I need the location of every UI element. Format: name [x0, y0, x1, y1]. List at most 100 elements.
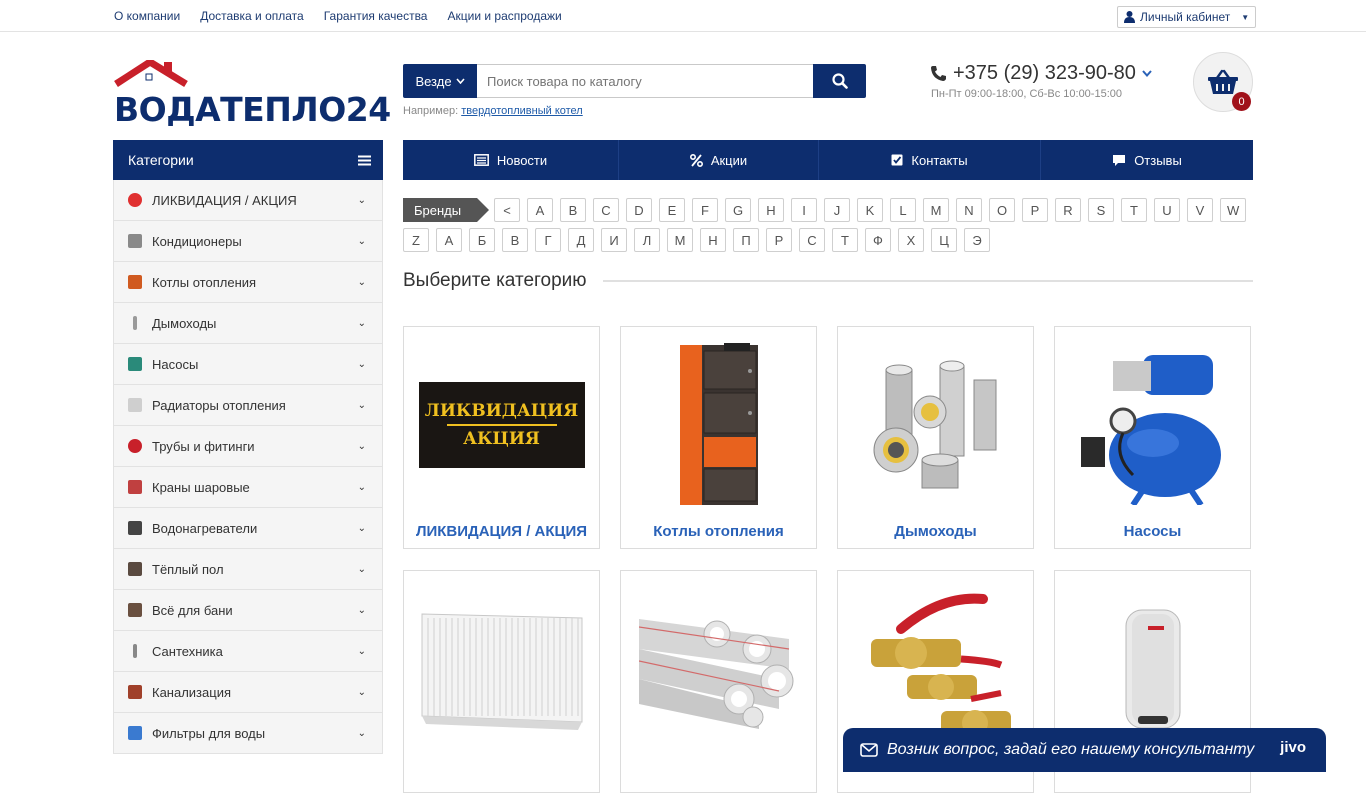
brand-letter-button[interactable]: T	[1121, 198, 1147, 222]
brand-letter-button[interactable]: S	[1088, 198, 1114, 222]
brand-letter-button[interactable]: C	[593, 198, 619, 222]
brand-letter-button[interactable]: П	[733, 228, 759, 252]
brand-letter-button[interactable]: G	[725, 198, 751, 222]
chevron-down-icon[interactable]: ⌄	[358, 236, 366, 247]
brand-letter-button[interactable]: М	[667, 228, 693, 252]
brand-letter-button[interactable]: Э	[964, 228, 990, 252]
sidebar-item[interactable]: Насосы ⌄	[113, 344, 383, 385]
link-delivery[interactable]: Доставка и оплата	[200, 9, 304, 23]
account-dropdown[interactable]: Личный кабинет ▼	[1117, 6, 1256, 28]
chevron-down-icon[interactable]: ⌄	[358, 564, 366, 575]
site-logo[interactable]: ВОДАТЕПЛО24	[114, 60, 391, 129]
brand-letter-button[interactable]: H	[758, 198, 784, 222]
tab-news[interactable]: Новости	[403, 140, 619, 180]
sidebar-item[interactable]: Водонагреватели ⌄	[113, 508, 383, 549]
tab-reviews[interactable]: Отзывы	[1041, 140, 1253, 180]
chevron-down-icon[interactable]: ⌄	[358, 359, 366, 370]
sidebar-header[interactable]: Категории	[113, 140, 383, 180]
brand-letter-button[interactable]: E	[659, 198, 685, 222]
search-scope-dropdown[interactable]: Везде	[403, 64, 477, 98]
sidebar-item[interactable]: Фильтры для воды ⌄	[113, 713, 383, 754]
chevron-down-icon[interactable]	[1142, 70, 1152, 77]
brand-letter-button[interactable]: D	[626, 198, 652, 222]
brand-letter-button[interactable]: В	[502, 228, 528, 252]
tab-sales[interactable]: Акции	[619, 140, 819, 180]
brand-letter-button[interactable]: O	[989, 198, 1015, 222]
sidebar-item[interactable]: Краны шаровые ⌄	[113, 467, 383, 508]
brand-letter-button[interactable]: Т	[832, 228, 858, 252]
card-title[interactable]: ЛИКВИДАЦИЯ / АКЦИЯ	[404, 523, 599, 540]
brand-letter-button[interactable]: R	[1055, 198, 1081, 222]
brand-letter-button[interactable]: Р	[766, 228, 792, 252]
brand-letter-button[interactable]: Х	[898, 228, 924, 252]
brand-letter-button[interactable]: Л	[634, 228, 660, 252]
chevron-down-icon[interactable]: ⌄	[358, 687, 366, 698]
search-button[interactable]	[813, 64, 866, 98]
category-card-boilers[interactable]: Котлы отопления	[620, 326, 817, 549]
sidebar-item[interactable]: Тёплый пол ⌄	[113, 549, 383, 590]
chevron-down-icon[interactable]: ⌄	[358, 482, 366, 493]
link-sales[interactable]: Акции и распродажи	[447, 9, 561, 23]
chevron-down-icon[interactable]: ⌄	[358, 195, 366, 206]
brand-letter-button[interactable]: B	[560, 198, 586, 222]
brand-letter-button[interactable]: F	[692, 198, 718, 222]
brand-letter-button[interactable]: L	[890, 198, 916, 222]
brand-letter-button[interactable]: Г	[535, 228, 561, 252]
category-card-pumps[interactable]: Насосы	[1054, 326, 1251, 549]
sidebar-item[interactable]: Трубы и фитинги ⌄	[113, 426, 383, 467]
search-input[interactable]	[477, 64, 813, 98]
chevron-down-icon[interactable]: ⌄	[358, 605, 366, 616]
sidebar-item[interactable]: ЛИКВИДАЦИЯ / АКЦИЯ ⌄	[113, 180, 383, 221]
chevron-down-icon[interactable]: ⌄	[358, 400, 366, 411]
sidebar-item[interactable]: Котлы отопления ⌄	[113, 262, 383, 303]
phone-number[interactable]: +375 (29) 323-90-80	[953, 62, 1136, 85]
sidebar-item[interactable]: Кондиционеры ⌄	[113, 221, 383, 262]
logo-text: ВОДАТЕПЛО24	[114, 90, 391, 129]
brand-letter-button[interactable]: M	[923, 198, 949, 222]
link-guarantee[interactable]: Гарантия качества	[324, 9, 428, 23]
brand-letter-button[interactable]: K	[857, 198, 883, 222]
brand-letter-button[interactable]: <	[494, 198, 520, 222]
sidebar-item[interactable]: Канализация ⌄	[113, 672, 383, 713]
sidebar-item[interactable]: Всё для бани ⌄	[113, 590, 383, 631]
brand-letter-button[interactable]: Н	[700, 228, 726, 252]
brand-letter-button[interactable]: С	[799, 228, 825, 252]
card-title[interactable]: Котлы отопления	[621, 523, 816, 540]
category-card-chimneys[interactable]: Дымоходы	[837, 326, 1034, 549]
brand-letter-button[interactable]: J	[824, 198, 850, 222]
brand-letter-button[interactable]: Д	[568, 228, 594, 252]
search-example-link[interactable]: твердотопливный котел	[461, 105, 583, 117]
brand-letter-button[interactable]: P	[1022, 198, 1048, 222]
brand-letter-button[interactable]: И	[601, 228, 627, 252]
card-title[interactable]: Насосы	[1055, 523, 1250, 540]
tab-contacts[interactable]: Контакты	[819, 140, 1041, 180]
chat-widget[interactable]: Возник вопрос, задай его нашему консульт…	[843, 728, 1326, 772]
chevron-down-icon[interactable]: ⌄	[358, 728, 366, 739]
brand-letter-button[interactable]: N	[956, 198, 982, 222]
brand-letter-button[interactable]: Б	[469, 228, 495, 252]
sidebar-item[interactable]: Сантехника ⌄	[113, 631, 383, 672]
brand-letter-button[interactable]: I	[791, 198, 817, 222]
brand-letter-button[interactable]: V	[1187, 198, 1213, 222]
chevron-down-icon[interactable]: ⌄	[358, 646, 366, 657]
water-heater-icon	[128, 521, 142, 535]
sidebar-item[interactable]: Дымоходы ⌄	[113, 303, 383, 344]
card-title[interactable]: Дымоходы	[838, 523, 1033, 540]
chevron-down-icon[interactable]: ⌄	[358, 318, 366, 329]
category-card-pipes[interactable]	[620, 570, 817, 793]
brand-letter-button[interactable]: А	[436, 228, 462, 252]
chevron-down-icon[interactable]: ⌄	[358, 277, 366, 288]
brand-letter-button[interactable]: W	[1220, 198, 1247, 222]
chevron-down-icon[interactable]: ⌄	[358, 523, 366, 534]
category-card-radiators[interactable]	[403, 570, 600, 793]
category-card-liquidation[interactable]: ЛИКВИДАЦИЯ АКЦИЯ ЛИКВИДАЦИЯ / АКЦИЯ	[403, 326, 600, 549]
link-about[interactable]: О компании	[114, 9, 180, 23]
sidebar-item[interactable]: Радиаторы отопления ⌄	[113, 385, 383, 426]
brand-letter-button[interactable]: Ц	[931, 228, 957, 252]
brand-letter-button[interactable]: A	[527, 198, 553, 222]
brand-letter-button[interactable]: Z	[403, 228, 429, 252]
brand-letter-button[interactable]: Ф	[865, 228, 891, 252]
chevron-down-icon[interactable]: ⌄	[358, 441, 366, 452]
cart-button[interactable]: 0	[1193, 52, 1253, 112]
brand-letter-button[interactable]: U	[1154, 198, 1180, 222]
